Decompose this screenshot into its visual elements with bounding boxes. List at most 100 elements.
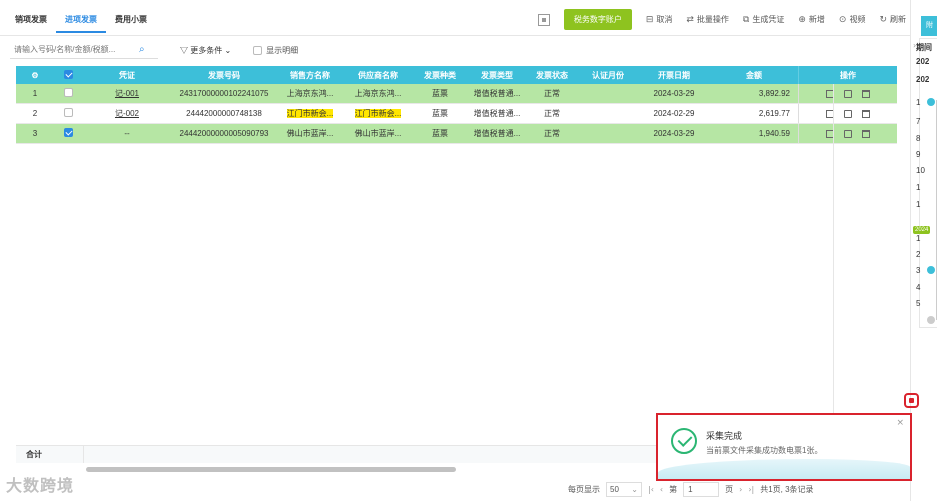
invoice-type: 增值税普通... [473,89,521,98]
period-month[interactable]: 10 [916,166,925,175]
col-date[interactable]: 开票日期 [638,70,710,81]
folder-icon[interactable] [844,89,852,98]
period-month[interactable]: 1 [916,183,920,192]
batch-button[interactable]: ⇄ 批量操作 [686,14,729,25]
period-dot[interactable] [927,266,935,274]
period-month[interactable]: 9 [916,150,920,159]
more-conditions-dropdown[interactable]: ▽ 更多条件 ⌄ [180,45,231,56]
col-invoice-number[interactable]: 发票号码 [172,70,276,81]
select-all-checkbox[interactable] [63,69,73,79]
show-detail-label: 显示明细 [266,45,299,55]
first-page-icon[interactable]: |‹ [648,485,654,494]
folder-icon[interactable] [844,109,852,118]
per-page-select[interactable]: 50 ⌄ [606,482,642,497]
row-check-cell [54,128,82,139]
prev-page-icon[interactable]: ‹ [660,485,663,494]
voucher-cell: -- [124,129,130,138]
invoice-tabs: 销项发票 进项发票 费用小票 [6,8,156,33]
close-icon[interactable]: × [896,418,904,428]
invoice-date: 2024-03-29 [653,129,695,138]
batch-icon: ⇄ [686,14,694,25]
page-prefix: 第 [669,485,678,494]
col-amount[interactable]: 金额 [710,70,798,81]
period-year[interactable]: 202 [916,75,929,84]
tax-account-button[interactable]: 税务数字账户 [563,9,632,30]
col-kind[interactable]: 发票种类 [412,70,468,81]
tab-output-invoice[interactable]: 销项发票 [6,8,56,33]
horizontal-scrollbar[interactable] [86,467,456,472]
period-month[interactable]: 7 [916,117,920,126]
trash-icon[interactable] [862,129,870,138]
search-input[interactable] [14,45,139,54]
period-dot[interactable] [927,98,935,106]
voucher-link[interactable]: 记-002 [115,109,139,118]
row-index: 1 [32,89,38,98]
total-label: 合计 [16,446,84,463]
period-month[interactable]: 8 [916,134,920,143]
invoice-number: 24442000000005090793 [179,129,269,138]
add-button[interactable]: ⊕ 新增 [798,14,825,25]
trash-icon[interactable] [862,109,870,118]
folder-icon[interactable] [844,129,852,138]
period-month[interactable]: 1 [916,234,920,243]
invoice-type: 增值税普通... [473,109,521,118]
period-year[interactable]: 202 [916,57,929,66]
period-month[interactable]: 1 [916,200,920,209]
tab-input-invoice[interactable]: 进项发票 [56,8,106,33]
show-detail-checkbox[interactable] [253,45,263,55]
tab-expense-receipt[interactable]: 费用小票 [106,8,156,33]
table-row[interactable]: 2 记-002 24442000000748138 江门市新会... 江门市新会… [16,104,897,124]
table-row[interactable]: 3 -- 24442000000005090793 佛山市蓝岸... 佛山市蓝岸… [16,124,897,144]
row-checkbox[interactable] [63,88,73,97]
seller-name-text: 江门市新会... [286,109,334,118]
row-index: 3 [32,129,38,138]
table-row[interactable]: 1 记-001 24317000000102241075 上海京东鸿... 上海… [16,84,897,104]
search-icon[interactable]: ⌕ [139,44,145,55]
video-label: 视频 [849,15,866,24]
col-actions: 操作 [798,66,897,84]
refresh-label: 刷新 [890,15,906,24]
col-cert-month[interactable]: 认证月份 [578,70,638,81]
col-voucher[interactable]: 凭证 [82,70,172,81]
video-button[interactable]: ⊙ 视频 [839,14,866,25]
seller-name: 上海京东鸿... [286,89,334,98]
voucher-cell: 记-001 [82,88,172,99]
col-type[interactable]: 发票类型 [468,70,526,81]
settings-icon[interactable]: ⚙ [16,71,54,80]
show-detail-toggle[interactable]: 显示明细 [253,45,298,56]
voucher-link[interactable]: 记-001 [115,89,139,98]
period-dot[interactable] [927,316,935,324]
page-input[interactable]: 1 [683,482,720,497]
seller-name: 佛山市蓝岸... [286,129,334,138]
plus-circle-icon: ⊕ [798,14,806,25]
cancel-button[interactable]: ⊟ 取消 [646,14,673,25]
invoice-status: 正常 [544,129,560,138]
refresh-button[interactable]: ↻ 刷新 [879,14,906,25]
col-status[interactable]: 发票状态 [526,70,578,81]
supplier-name: 江门市新会... [344,108,412,119]
trash-icon[interactable] [862,89,870,98]
voucher-cell: 记-002 [82,108,172,119]
per-page-label: 每页显示 [568,485,600,494]
col-seller[interactable]: 销售方名称 [276,70,344,81]
chevron-down-icon: ⌄ [631,485,638,494]
period-month[interactable]: 5 [916,299,920,308]
period-month[interactable]: 4 [916,283,920,292]
last-page-icon[interactable]: ›| [748,485,754,494]
add-label: 新增 [808,15,825,24]
toolbar: 税务数字账户 ⊟ 取消 ⇄ 批量操作 ⧉ 生成凭证 ⊕ 新增 ⊙ 视频 ↻ 刷新 [537,9,906,30]
qrcode-icon[interactable] [537,13,550,26]
period-month[interactable]: 1 [916,98,920,107]
notification-bell-icon[interactable] [904,393,919,408]
next-page-icon[interactable]: › [739,485,742,494]
row-check-cell [54,108,82,119]
row-checkbox[interactable] [63,108,73,117]
success-check-icon [671,428,697,454]
row-checkbox[interactable] [63,128,73,137]
period-month[interactable]: 3 [916,266,920,275]
period-month[interactable]: 2 [916,250,920,259]
generate-voucher-button[interactable]: ⧉ 生成凭证 [743,14,784,25]
side-tab[interactable]: 附 [921,16,937,36]
invoice-date: 2024-02-29 [653,109,695,118]
col-supplier[interactable]: 供应商名称 [344,70,412,81]
